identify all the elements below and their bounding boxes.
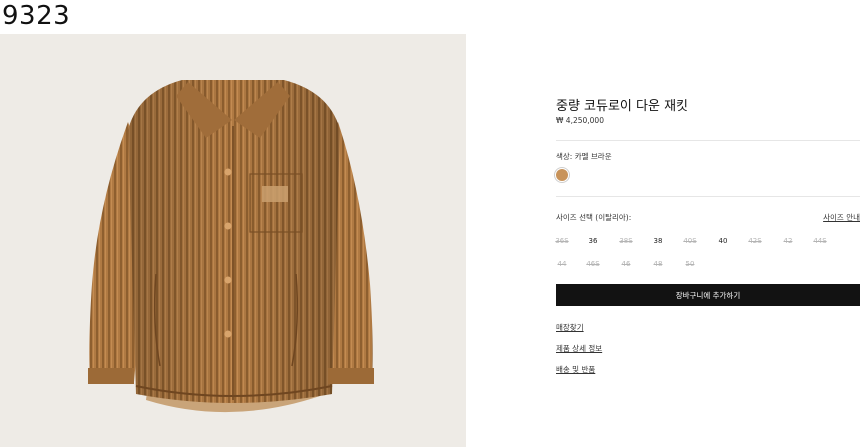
size-option-44s[interactable]: 44S (808, 237, 832, 245)
size-guide-link[interactable]: 사이즈 안내 (823, 212, 860, 223)
size-option-38s[interactable]: 38S (614, 237, 638, 245)
shipping-returns-link[interactable]: 배송 및 반품 (556, 364, 595, 375)
size-option-50[interactable]: 50 (678, 260, 702, 268)
size-option-38[interactable]: 38 (646, 237, 670, 245)
size-option-36s[interactable]: 36S (550, 237, 574, 245)
add-to-cart-button[interactable]: 장바구니에 추가하기 (556, 284, 860, 306)
size-option-44[interactable]: 44 (550, 260, 574, 268)
size-label: 사이즈 선택 (이탈리아): (556, 213, 632, 222)
store-locator-link[interactable]: 매장찾기 (556, 322, 584, 333)
size-option-40[interactable]: 40 (711, 237, 735, 245)
jacket-illustration (88, 80, 374, 413)
product-title: 중량 코듀로이 다운 재킷 (556, 99, 688, 114)
product-panel: 중량 코듀로이 다운 재킷 ₩ 4,250,000 색상: 카멜 브라운 사이즈… (555, 0, 860, 447)
product-price: ₩ 4,250,000 (556, 116, 604, 125)
divider (556, 140, 860, 141)
color-swatch-camel-brown[interactable] (556, 169, 568, 181)
size-option-46[interactable]: 46 (614, 260, 638, 268)
divider (556, 196, 860, 197)
size-option-42s[interactable]: 42S (743, 237, 767, 245)
product-image (0, 34, 466, 447)
size-option-46s[interactable]: 46S (581, 260, 605, 268)
product-code: 9323 (2, 1, 71, 31)
size-option-36[interactable]: 36 (581, 237, 605, 245)
color-label: 색상: 카멜 브라운 (556, 152, 612, 161)
size-option-40s[interactable]: 40S (678, 237, 702, 245)
size-option-42[interactable]: 42 (776, 237, 800, 245)
size-option-48[interactable]: 48 (646, 260, 670, 268)
product-details-link[interactable]: 제품 상세 정보 (556, 343, 602, 354)
